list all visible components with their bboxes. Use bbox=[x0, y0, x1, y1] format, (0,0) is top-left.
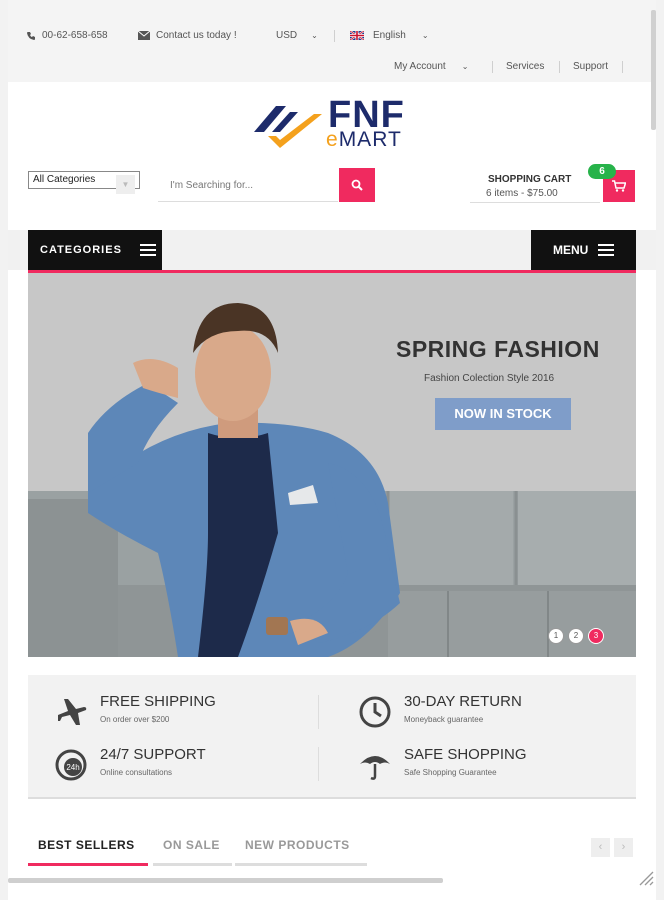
prev-arrow-icon[interactable]: ‹ bbox=[591, 838, 610, 857]
cart-summary: 6 items - $75.00 bbox=[486, 188, 558, 199]
tab-best-sellers[interactable]: BEST SELLERS bbox=[38, 838, 135, 852]
logo-mark-icon bbox=[254, 106, 322, 148]
next-arrow-icon[interactable]: › bbox=[614, 838, 633, 857]
contact-label: Contact us today ! bbox=[156, 30, 237, 41]
divider bbox=[318, 747, 319, 781]
active-tab-indicator bbox=[28, 863, 148, 866]
page: 00-62-658-658 Contact us today ! USD ⌄ E… bbox=[8, 0, 656, 900]
carousel-arrows: ‹ › bbox=[591, 838, 633, 857]
divider bbox=[334, 30, 335, 42]
umbrella-icon bbox=[360, 756, 390, 780]
hamburger-icon bbox=[139, 241, 156, 259]
now-in-stock-button[interactable]: NOW IN STOCK bbox=[435, 398, 571, 430]
my-account-menu[interactable]: My Account ⌄ bbox=[394, 61, 468, 72]
feature-title: 30-DAY RETURN bbox=[404, 693, 522, 710]
category-select[interactable]: All Categories ▼ bbox=[28, 171, 140, 194]
svg-text:24h: 24h bbox=[66, 763, 79, 772]
support-24h-icon: 24h bbox=[55, 749, 87, 781]
feature-subtitle: Safe Shopping Guarantee bbox=[404, 768, 497, 777]
banner-subtitle: Fashion Colection Style 2016 bbox=[424, 373, 555, 384]
uk-flag-icon bbox=[350, 31, 364, 40]
features-strip: FREE SHIPPING On order over $200 30-DAY … bbox=[28, 675, 636, 799]
category-select-value: All Categories bbox=[33, 174, 96, 185]
feature-title: FREE SHIPPING bbox=[100, 693, 216, 710]
feature-subtitle: Online consultations bbox=[100, 768, 173, 777]
currency-label: USD bbox=[276, 30, 298, 41]
vertical-scrollbar[interactable] bbox=[651, 10, 656, 130]
logo-emart-text: eMART bbox=[326, 128, 402, 151]
search-icon bbox=[351, 179, 363, 191]
tab-underline bbox=[153, 863, 232, 866]
banner-title: SPRING FASHION bbox=[396, 336, 600, 362]
top-bar: 00-62-658-658 Contact us today ! USD ⌄ E… bbox=[8, 0, 656, 82]
contact-link[interactable]: Contact us today ! bbox=[138, 30, 237, 41]
menu-label: MENU bbox=[553, 243, 589, 257]
slider-pagination: 1 2 3 bbox=[548, 628, 604, 644]
divider bbox=[622, 61, 623, 73]
categories-button[interactable]: CATEGORIES bbox=[28, 230, 162, 270]
language-label: English bbox=[373, 30, 406, 41]
search-input[interactable]: I'm Searching for... bbox=[158, 168, 338, 202]
divider bbox=[318, 695, 319, 729]
search-button[interactable] bbox=[339, 168, 375, 202]
hamburger-icon bbox=[598, 241, 615, 259]
chevron-down-icon: ⌄ bbox=[461, 62, 469, 71]
my-account-label: My Account bbox=[394, 61, 446, 72]
site-logo[interactable]: FNF eMART bbox=[250, 94, 430, 154]
slide-dot-3[interactable]: 3 bbox=[588, 628, 604, 644]
feature-subtitle: On order over $200 bbox=[100, 715, 170, 724]
hero-image bbox=[28, 273, 636, 657]
services-link[interactable]: Services bbox=[506, 61, 544, 72]
phone-icon bbox=[27, 31, 35, 40]
resize-grip-icon[interactable] bbox=[634, 866, 654, 886]
chevron-down-icon: ⌄ bbox=[421, 31, 429, 40]
cart-title: SHOPPING CART bbox=[488, 174, 572, 185]
slide-dot-2[interactable]: 2 bbox=[568, 628, 584, 644]
search-placeholder: I'm Searching for... bbox=[170, 180, 254, 191]
phone-contact[interactable]: 00-62-658-658 bbox=[26, 30, 108, 41]
phone-number: 00-62-658-658 bbox=[42, 30, 108, 41]
shopping-cart-summary[interactable]: SHOPPING CART 6 items - $75.00 bbox=[470, 168, 600, 203]
feature-title: SAFE SHOPPING bbox=[404, 746, 527, 763]
menu-button[interactable]: MENU bbox=[531, 230, 636, 270]
tab-underline bbox=[235, 863, 367, 866]
support-label: Support bbox=[573, 61, 609, 72]
support-link[interactable]: Support bbox=[573, 61, 608, 72]
chevron-down-icon: ⌄ bbox=[311, 31, 318, 40]
tab-on-sale[interactable]: ON SALE bbox=[163, 838, 220, 852]
cart-count-badge: 6 bbox=[588, 164, 616, 179]
feature-subtitle: Moneyback guarantee bbox=[404, 715, 484, 724]
hero-banner: SPRING FASHION Fashion Colection Style 2… bbox=[28, 273, 636, 657]
horizontal-scrollbar[interactable] bbox=[8, 878, 443, 883]
chevron-down-icon: ▼ bbox=[116, 175, 135, 194]
slide-dot-1[interactable]: 1 bbox=[548, 628, 564, 644]
tab-new-products[interactable]: NEW PRODUCTS bbox=[245, 838, 350, 852]
cart-icon bbox=[612, 180, 626, 192]
services-label: Services bbox=[506, 61, 545, 72]
categories-label: CATEGORIES bbox=[40, 244, 122, 256]
divider bbox=[492, 61, 493, 73]
envelope-icon bbox=[138, 31, 150, 40]
airplane-icon bbox=[58, 699, 87, 725]
divider bbox=[559, 61, 560, 73]
currency-selector[interactable]: USD ⌄ bbox=[276, 30, 318, 41]
clock-icon bbox=[359, 696, 391, 728]
language-selector[interactable]: English ⌄ bbox=[350, 30, 429, 41]
feature-title: 24/7 SUPPORT bbox=[100, 746, 206, 763]
